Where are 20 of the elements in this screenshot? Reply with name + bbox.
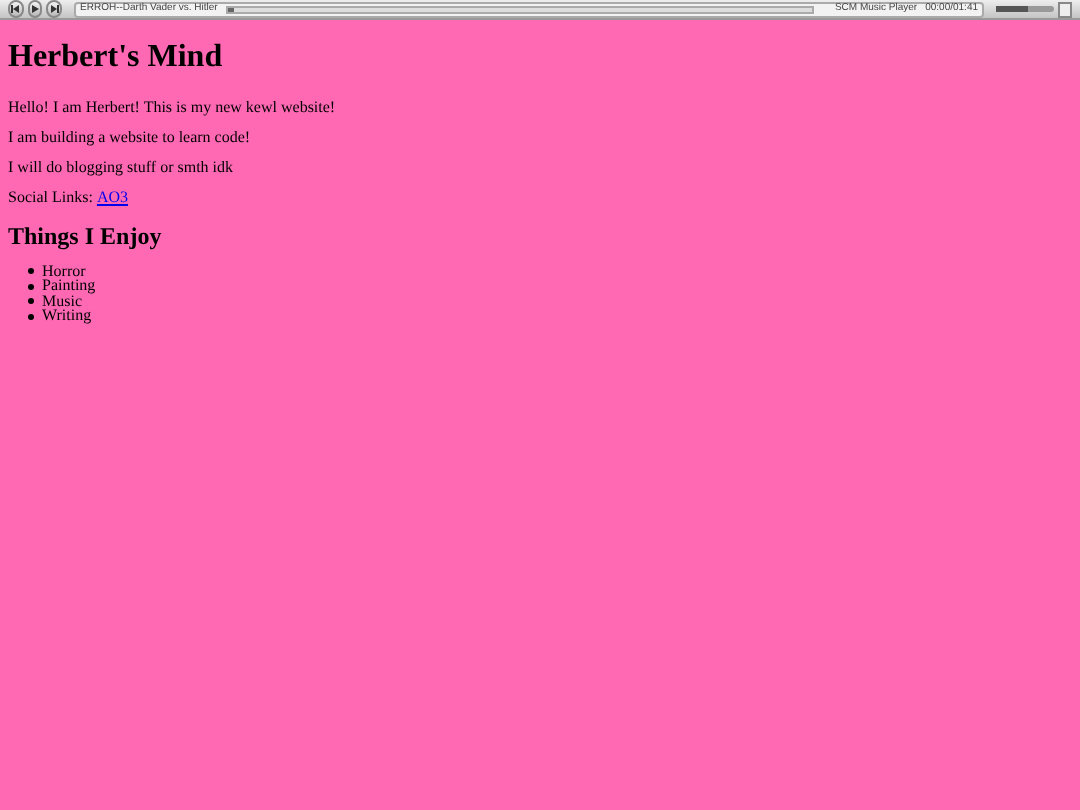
list-item: Painting <box>42 278 96 295</box>
previous-button[interactable] <box>8 0 24 18</box>
paragraph: I will do blogging stuff or smth idk <box>8 158 236 176</box>
volume-slider[interactable] <box>996 6 1055 12</box>
bullet-icon <box>28 298 34 305</box>
page-title: Herbert's Mind <box>8 38 225 78</box>
paragraph: I am building a website to learn code! <box>8 128 253 146</box>
bullet-icon <box>28 268 34 275</box>
bullet-icon <box>28 283 34 290</box>
paragraph: Hello! I am Herbert! This is my new kewl website! <box>8 98 338 116</box>
ao3-link[interactable]: AO3 <box>96 188 129 206</box>
section-heading: Things I Enjoy <box>8 222 164 252</box>
play-button[interactable] <box>27 0 43 18</box>
list-item: Music <box>42 293 82 310</box>
list-item: Horror <box>42 263 86 280</box>
list-item: Writing <box>42 308 92 325</box>
next-button[interactable] <box>46 0 63 18</box>
social-label: Social Links: <box>8 188 93 206</box>
menu-button[interactable] <box>1058 1 1073 17</box>
bullet-icon <box>28 313 34 320</box>
